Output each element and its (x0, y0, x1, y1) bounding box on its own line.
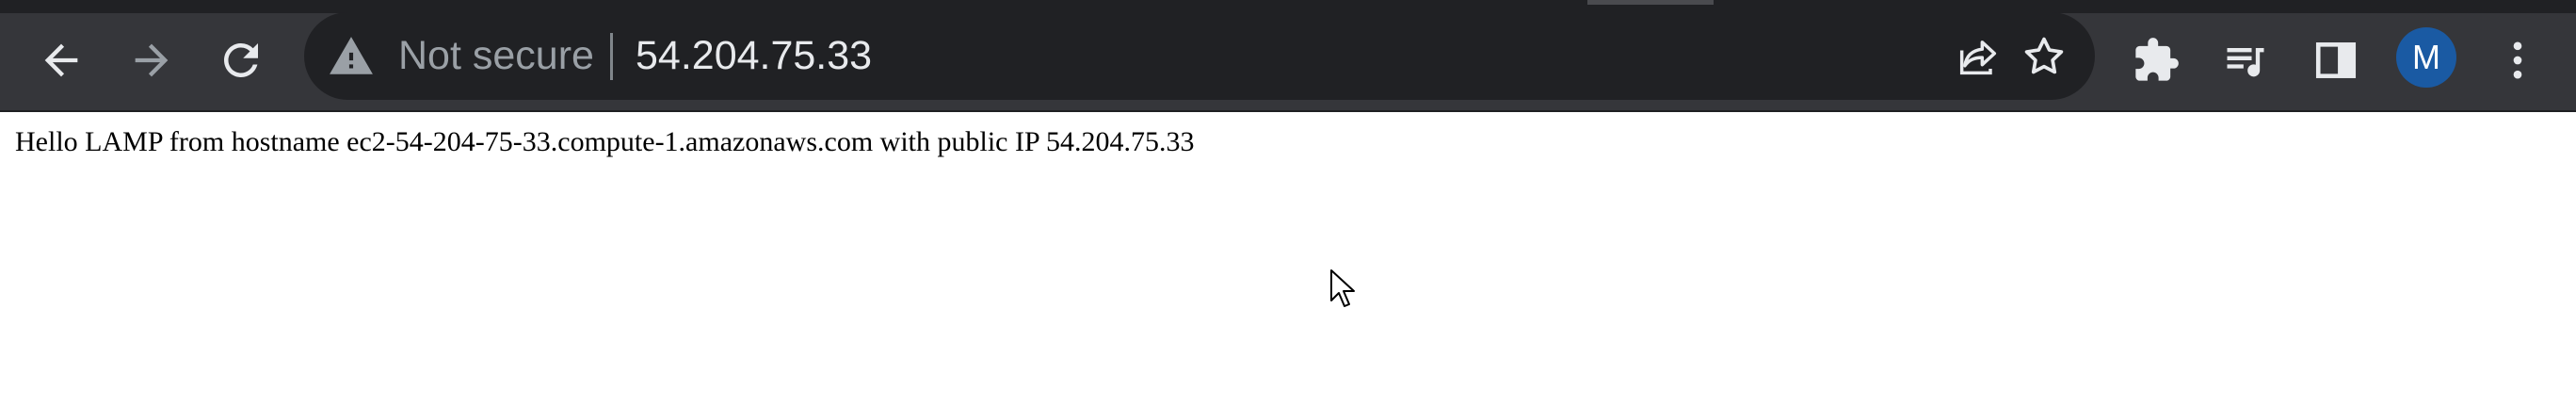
playlist-music-icon (2227, 48, 2264, 77)
omnibox-divider (610, 33, 613, 80)
reload-icon (224, 43, 258, 77)
arrow-left-icon (44, 43, 78, 77)
browser-toolbar: Not secure 54.204.75.33 M (0, 0, 2576, 112)
url-text[interactable]: 54.204.75.33 (636, 12, 872, 100)
kebab-menu-icon (2513, 41, 2522, 79)
warning-triangle-icon[interactable] (328, 33, 375, 80)
address-bar[interactable]: Not secure 54.204.75.33 (304, 12, 2095, 100)
star-icon[interactable] (2020, 32, 2069, 81)
side-panel-icon (2315, 42, 2357, 78)
puzzle-icon (2135, 38, 2179, 81)
tab-strip-edge (0, 0, 2576, 13)
arrow-right-icon (135, 43, 169, 77)
reload-button[interactable] (207, 26, 275, 94)
mouse-cursor-icon (1330, 269, 1355, 307)
profile-avatar[interactable]: M (2396, 27, 2456, 88)
extensions-button[interactable] (2122, 26, 2190, 94)
side-panel-button[interactable] (2302, 26, 2370, 94)
browser-menu-button[interactable] (2484, 26, 2552, 94)
page-content: Hello LAMP from hostname ec2-54-204-75-3… (0, 112, 2576, 406)
tab-strip-segment (1587, 0, 1714, 5)
forward-button[interactable] (118, 26, 185, 94)
back-button[interactable] (27, 26, 95, 94)
security-status-label[interactable]: Not secure (398, 12, 594, 100)
hello-message: Hello LAMP from hostname ec2-54-204-75-3… (15, 126, 1195, 157)
share-icon[interactable] (1954, 32, 2003, 81)
media-control-button[interactable] (2212, 26, 2279, 94)
